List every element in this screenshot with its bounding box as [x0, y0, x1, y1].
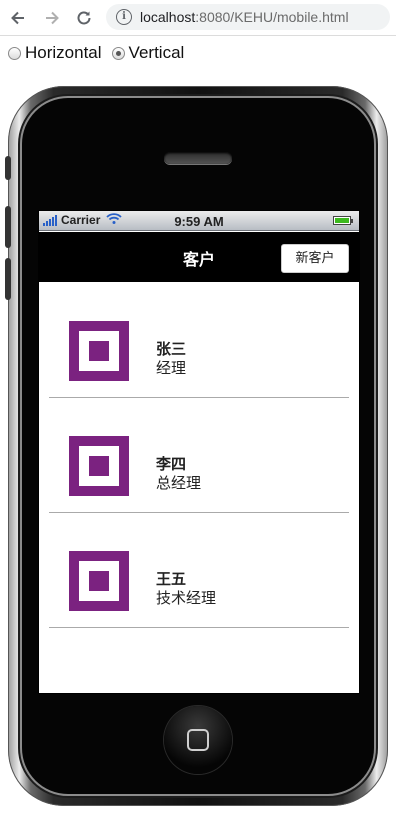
nav-bar: 客户 新客户 [39, 232, 359, 282]
customer-name: 张三 [156, 340, 187, 358]
forward-icon[interactable] [40, 6, 64, 30]
mute-switch [5, 156, 11, 180]
url-host: localhost [140, 9, 196, 25]
customer-role: 经理 [156, 359, 187, 377]
address-bar[interactable]: i localhost:8080/KEHU/mobile.html [106, 4, 390, 30]
orientation-selector: Horizontal Vertical [8, 42, 194, 64]
volume-down-button [5, 258, 11, 300]
home-icon [187, 729, 209, 751]
new-customer-button[interactable]: 新客户 [281, 244, 349, 273]
avatar [69, 321, 129, 381]
horizontal-radio[interactable] [8, 46, 21, 60]
volume-up-button [5, 206, 11, 248]
avatar [69, 551, 129, 611]
reload-icon[interactable] [72, 6, 96, 30]
orientation-horizontal-option[interactable]: Horizontal [8, 43, 102, 63]
battery-icon [333, 216, 353, 225]
url-path: :8080/KEHU/mobile.html [195, 9, 349, 25]
list-item[interactable]: 张三 经理 [49, 283, 349, 398]
horizontal-label: Horizontal [25, 43, 102, 62]
avatar [69, 436, 129, 496]
customer-role: 技术经理 [156, 589, 217, 607]
back-icon[interactable] [6, 6, 30, 30]
list-item[interactable]: 王五 技术经理 [49, 513, 349, 628]
orientation-vertical-option[interactable]: Vertical [111, 43, 185, 63]
status-time: 9:59 AM [174, 214, 224, 229]
phone-screen: Carrier 9:59 AM 客户 新客户 张三 经理 李四 总经理 王五 技… [38, 210, 360, 694]
status-bar: Carrier 9:59 AM [39, 211, 359, 231]
customer-role: 总经理 [156, 474, 202, 492]
info-icon[interactable]: i [116, 9, 132, 25]
customer-name: 李四 [156, 455, 187, 473]
vertical-label: Vertical [128, 43, 185, 62]
vertical-radio[interactable] [111, 46, 125, 60]
customer-name: 王五 [156, 570, 187, 588]
home-button[interactable] [164, 706, 232, 774]
list-item[interactable]: 李四 总经理 [49, 398, 349, 513]
speaker-grille [164, 152, 232, 164]
customer-list: 张三 经理 李四 总经理 王五 技术经理 [39, 283, 359, 628]
browser-toolbar: i localhost:8080/KEHU/mobile.html [0, 0, 396, 36]
